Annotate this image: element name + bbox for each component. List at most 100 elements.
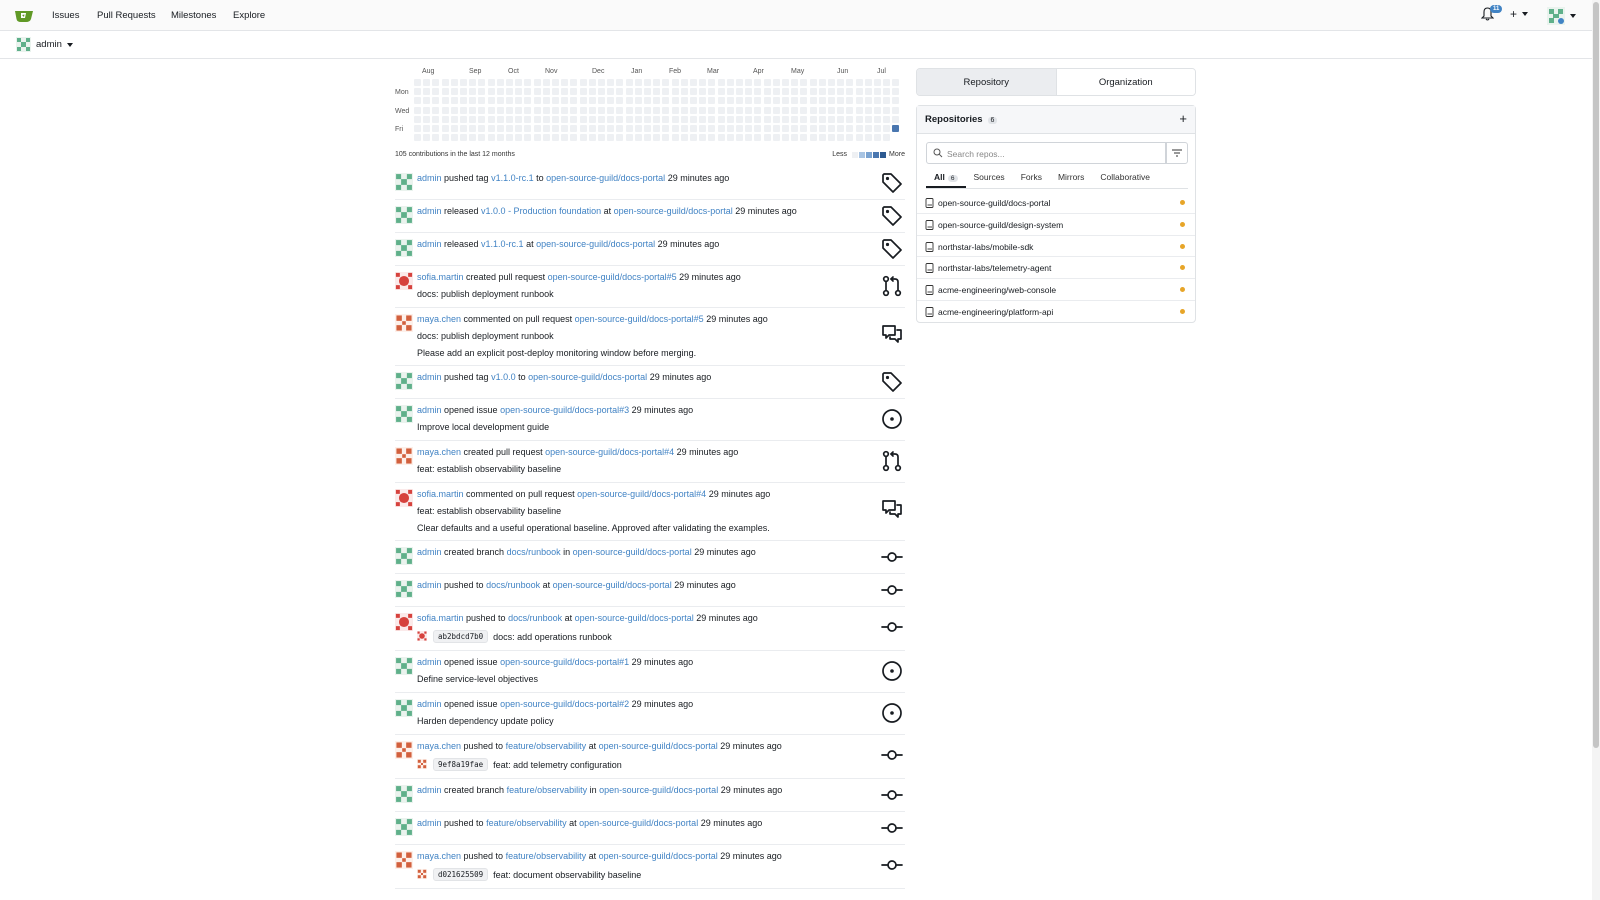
feed-user-link[interactable]: admin <box>417 372 442 382</box>
heatmap-cell[interactable] <box>800 88 808 96</box>
heatmap-cell[interactable] <box>598 134 605 142</box>
heatmap-cell[interactable] <box>561 115 569 123</box>
heatmap-cell[interactable] <box>542 106 550 114</box>
heatmap-cell[interactable] <box>671 125 679 132</box>
heatmap-cell[interactable] <box>717 88 725 96</box>
heatmap-cell[interactable] <box>782 125 789 132</box>
feed-user-link[interactable]: admin <box>417 206 442 216</box>
heatmap-cell[interactable] <box>414 115 421 123</box>
heatmap-cell[interactable] <box>782 134 789 142</box>
heatmap-cell[interactable] <box>579 88 587 96</box>
heatmap-cell[interactable] <box>607 125 615 132</box>
heatmap-cell[interactable] <box>828 134 835 142</box>
feed-user-link[interactable]: maya.chen <box>417 851 461 861</box>
heatmap-cell[interactable] <box>616 79 624 86</box>
heatmap-cell[interactable] <box>782 88 789 96</box>
heatmap-cell[interactable] <box>441 79 449 86</box>
heatmap-cell[interactable] <box>625 115 633 123</box>
heatmap-cell[interactable] <box>726 106 734 114</box>
heatmap-cell[interactable] <box>515 97 523 105</box>
user-avatar[interactable] <box>395 447 413 467</box>
heatmap-cell[interactable] <box>772 106 780 114</box>
heatmap-cell[interactable] <box>745 88 753 96</box>
heatmap-cell[interactable] <box>653 125 661 132</box>
heatmap-cell[interactable] <box>883 79 891 86</box>
heatmap-cell[interactable] <box>561 106 569 114</box>
heatmap-cell[interactable] <box>671 97 679 105</box>
heatmap-cell[interactable] <box>874 79 881 86</box>
heatmap-cell[interactable] <box>708 134 716 142</box>
heatmap-cell[interactable] <box>598 125 605 132</box>
heatmap-cell[interactable] <box>653 134 661 142</box>
heatmap-cell[interactable] <box>864 79 872 86</box>
heatmap-cell[interactable] <box>717 79 725 86</box>
heatmap-cell[interactable] <box>561 125 569 132</box>
heatmap-cell[interactable] <box>478 88 486 96</box>
feed-user-link[interactable]: sofia.martin <box>417 272 464 282</box>
heatmap-cell[interactable] <box>542 88 550 96</box>
heatmap-cell[interactable] <box>745 106 753 114</box>
heatmap-cell[interactable] <box>763 134 771 142</box>
feed-link[interactable]: docs/runbook <box>508 613 562 623</box>
heatmap-cell[interactable] <box>588 134 596 142</box>
heatmap-cell[interactable] <box>616 88 624 96</box>
heatmap-cell[interactable] <box>441 125 449 132</box>
repo-tab-sources[interactable]: Sources <box>966 170 1013 188</box>
heatmap-cell[interactable] <box>782 79 789 86</box>
heatmap-cell[interactable] <box>736 125 743 132</box>
heatmap-cell[interactable] <box>460 106 467 114</box>
heatmap-cell[interactable] <box>450 115 458 123</box>
heatmap-cell[interactable] <box>432 97 440 105</box>
heatmap-cell[interactable] <box>855 125 863 132</box>
heatmap-cell[interactable] <box>496 115 504 123</box>
heatmap-cell[interactable] <box>579 97 587 105</box>
user-avatar[interactable] <box>417 630 427 643</box>
heatmap-cell[interactable] <box>625 134 633 142</box>
heatmap-cell[interactable] <box>736 97 743 105</box>
feed-link[interactable]: open-source-guild/docs-portal#3 <box>500 405 629 415</box>
heatmap-cell[interactable] <box>846 79 854 86</box>
user-avatar[interactable] <box>395 272 413 292</box>
heatmap-cell[interactable] <box>837 115 845 123</box>
heatmap-cell[interactable] <box>662 97 670 105</box>
feed-link[interactable]: feature/observability <box>486 818 567 828</box>
heatmap-cell[interactable] <box>837 125 845 132</box>
feed-link[interactable]: feature/observability <box>506 851 587 861</box>
heatmap-cell[interactable] <box>542 115 550 123</box>
heatmap-cell[interactable] <box>864 88 872 96</box>
repo-list-item[interactable]: northstar-labs/telemetry-agent <box>917 257 1195 280</box>
nav-explore[interactable]: Explore <box>233 10 265 21</box>
heatmap-cell[interactable] <box>524 79 532 86</box>
heatmap-cell[interactable] <box>736 88 743 96</box>
feed-link[interactable]: v1.1.0-rc.1 <box>481 239 524 249</box>
heatmap-cell[interactable] <box>634 97 642 105</box>
heatmap-cell[interactable] <box>736 106 743 114</box>
heatmap-cell[interactable] <box>570 115 578 123</box>
heatmap-cell[interactable] <box>828 106 835 114</box>
heatmap-cell[interactable] <box>754 115 762 123</box>
heatmap-cell[interactable] <box>883 115 891 123</box>
heatmap-cell[interactable] <box>432 88 440 96</box>
heatmap-cell[interactable] <box>800 115 808 123</box>
heatmap-cell[interactable] <box>828 97 835 105</box>
heatmap-cell[interactable] <box>745 79 753 86</box>
repo-name-link[interactable]: acme-engineering/web-console <box>938 285 1056 295</box>
heatmap-cell[interactable] <box>828 115 835 123</box>
heatmap-cell[interactable] <box>588 125 596 132</box>
heatmap-cell[interactable] <box>561 134 569 142</box>
heatmap-cell[interactable] <box>754 88 762 96</box>
heatmap-cell[interactable] <box>800 134 808 142</box>
heatmap-cell[interactable] <box>717 97 725 105</box>
user-avatar[interactable] <box>395 741 413 761</box>
heatmap-cell[interactable] <box>828 125 835 132</box>
heatmap-cell[interactable] <box>460 115 467 123</box>
heatmap-cell[interactable] <box>680 79 688 86</box>
heatmap-cell[interactable] <box>579 134 587 142</box>
repo-name-link[interactable]: northstar-labs/telemetry-agent <box>938 263 1051 273</box>
heatmap-cell[interactable] <box>699 115 707 123</box>
commit-sha-link[interactable]: 9ef8a19fae <box>433 758 489 771</box>
heatmap-cell[interactable] <box>855 115 863 123</box>
heatmap-cell[interactable] <box>570 97 578 105</box>
heatmap-cell[interactable] <box>542 125 550 132</box>
heatmap-cell[interactable] <box>644 115 651 123</box>
